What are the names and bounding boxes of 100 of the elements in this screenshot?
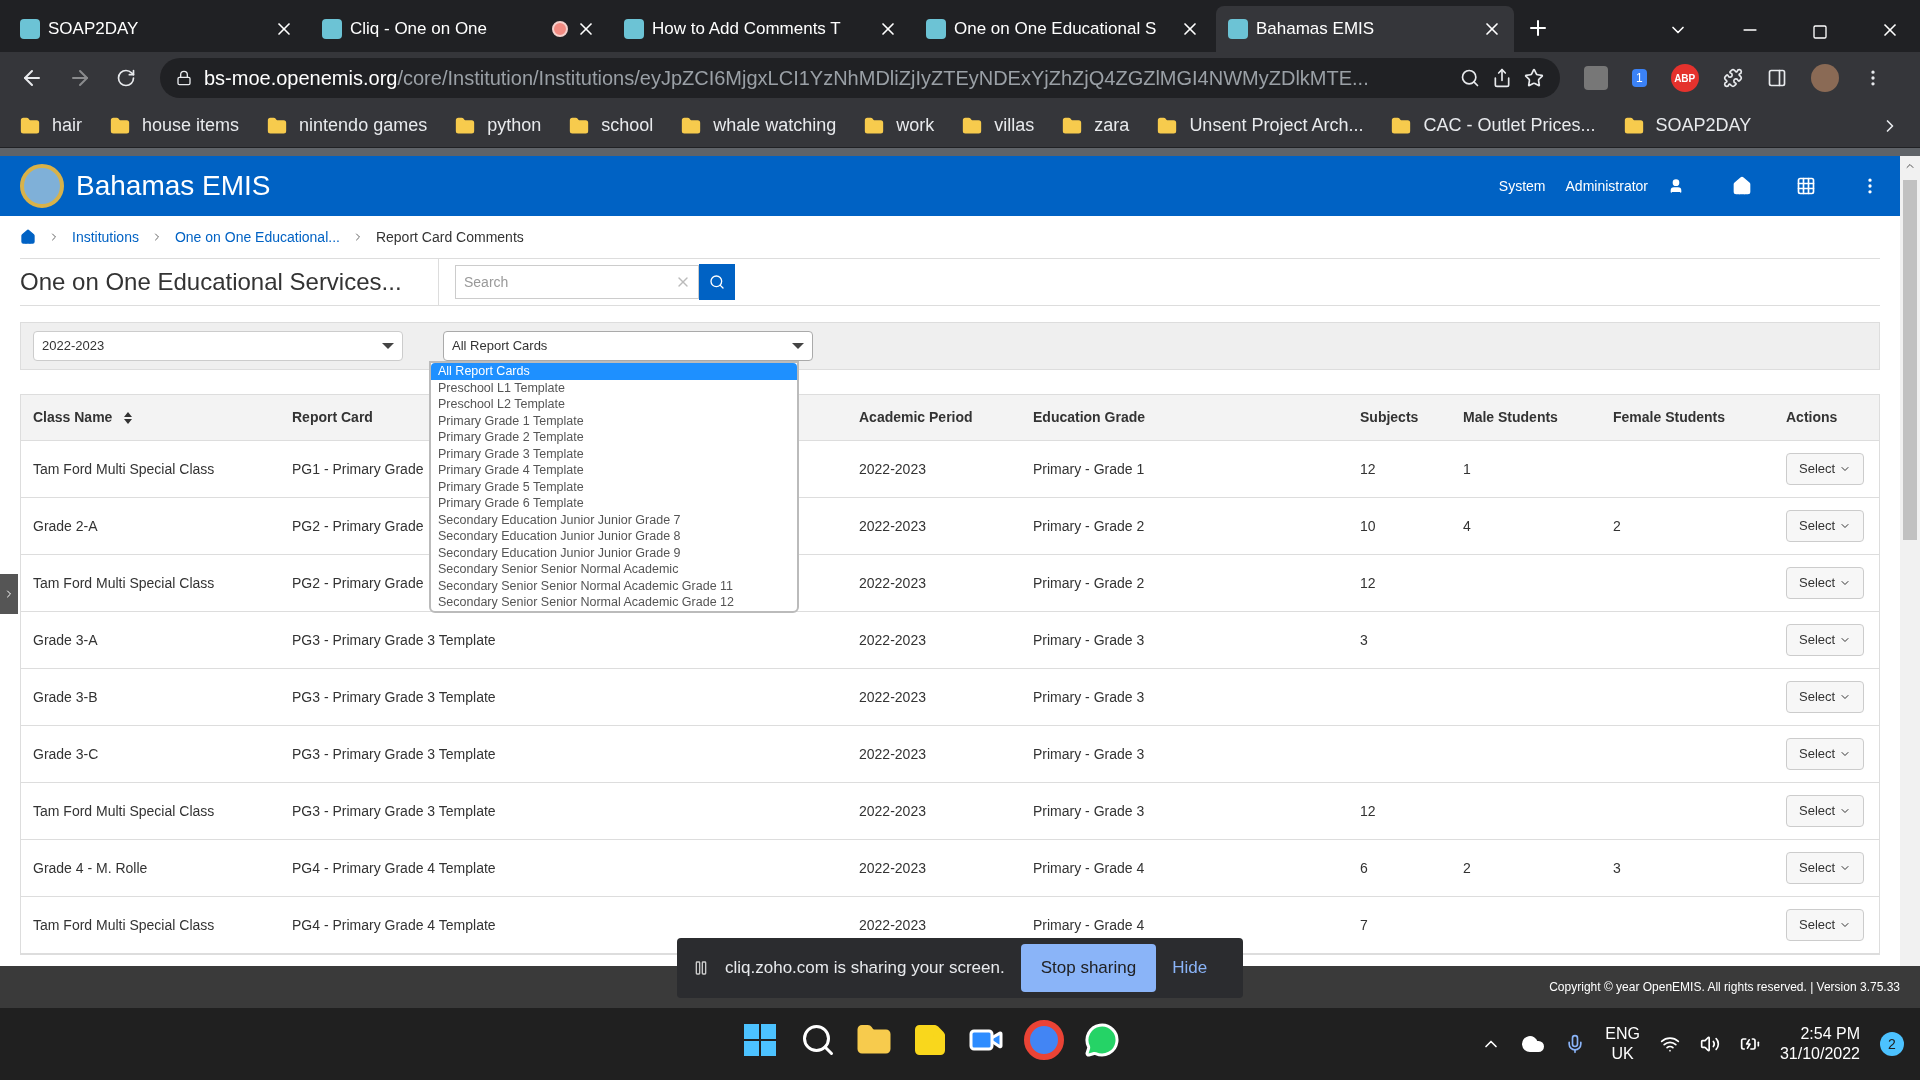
- select-button[interactable]: Select: [1786, 624, 1865, 656]
- app-title: Bahamas EMIS: [76, 169, 271, 203]
- bookmark-item[interactable]: CAC - Outlet Prices...: [1391, 112, 1596, 139]
- report-card-select[interactable]: All Report Cards: [443, 331, 813, 361]
- notification-badge[interactable]: 2: [1880, 1032, 1904, 1056]
- tab-favicon-icon: [624, 19, 644, 39]
- dropdown-option[interactable]: Secondary Senior Senior Normal Academic: [431, 561, 797, 578]
- address-field[interactable]: bs-moe.openemis.org/core/Institution/Institutions/eyJpZCI6MjgxLCI1YzNhMDliZjIyZTEyNDExYjZhZjQ4ZGZlMGI4NWMyZDlkMTE...: [160, 58, 1560, 98]
- side-panel-icon[interactable]: [1766, 68, 1787, 88]
- dropdown-option[interactable]: Secondary Education Junior Junior Grade 7: [431, 511, 797, 528]
- bookmark-item[interactable]: house items: [110, 112, 240, 139]
- select-button[interactable]: Select: [1786, 738, 1865, 770]
- select-button[interactable]: Select: [1786, 909, 1865, 941]
- sort-icon[interactable]: [124, 411, 133, 424]
- bookmark-star-icon[interactable]: [1524, 68, 1544, 88]
- extensions-icon[interactable]: [1722, 68, 1743, 88]
- clock-time[interactable]: 2:54 PM: [1800, 1024, 1860, 1044]
- select-button[interactable]: Select: [1786, 681, 1865, 713]
- breadcrumb-link[interactable]: Institutions: [72, 226, 139, 248]
- select-button[interactable]: Select: [1786, 852, 1865, 884]
- bookmark-item[interactable]: python: [455, 112, 542, 139]
- language-label[interactable]: ENG: [1605, 1024, 1640, 1044]
- clock-date[interactable]: 31/10/2022: [1779, 1044, 1860, 1064]
- dropdown-option[interactable]: Secondary Senior Senior Normal Academic Grade 12: [431, 594, 797, 611]
- restore-icon[interactable]: [1812, 24, 1828, 40]
- search-icon[interactable]: [800, 1022, 836, 1058]
- dropdown-option[interactable]: Primary Grade 5 Template: [431, 478, 797, 495]
- browser-icon[interactable]: [1024, 1020, 1064, 1060]
- browser-tab[interactable]: One on One Educational S: [914, 6, 1212, 52]
- table-cell: PG3 - Primary Grade 3 Template: [292, 802, 496, 819]
- table-cell: 2022-2023: [859, 517, 926, 534]
- folder-icon: [110, 115, 130, 136]
- dropdown-option[interactable]: Secondary Education Junior Junior Grade 9: [431, 544, 797, 561]
- dropdown-option[interactable]: Primary Grade 1 Template: [431, 412, 797, 429]
- table-cell: Grade 2-A: [33, 517, 98, 534]
- language-label[interactable]: UK: [1611, 1044, 1634, 1064]
- bookmark-item[interactable]: school: [569, 112, 654, 139]
- dropdown-option[interactable]: Primary Grade 2 Template: [431, 429, 797, 446]
- user-icon[interactable]: [1668, 178, 1684, 194]
- table-cell: PG3 - Primary Grade 3 Template: [292, 745, 496, 762]
- folder-icon: [455, 115, 476, 136]
- select-button[interactable]: Select: [1786, 795, 1865, 827]
- table-cell: 2022-2023: [859, 631, 926, 648]
- bookmark-item[interactable]: whale watching: [681, 112, 837, 139]
- year-select[interactable]: 2022-2023: [33, 331, 403, 361]
- folder-icon: [1623, 115, 1644, 136]
- hide-button[interactable]: Hide: [1172, 955, 1208, 981]
- table-cell: Primary - Grade 4: [1033, 859, 1145, 876]
- browser-tab[interactable]: SOAP2DAY: [8, 6, 306, 52]
- search-field[interactable]: Search: [455, 265, 699, 299]
- search-button[interactable]: [699, 264, 735, 300]
- folder-icon: [20, 115, 40, 136]
- search-icon: [709, 274, 725, 290]
- share-icon[interactable]: [1492, 68, 1512, 88]
- table-cell: 2: [1613, 517, 1621, 534]
- column-header[interactable]: Class Name: [33, 407, 113, 428]
- dropdown-option[interactable]: Preschool L2 Template: [431, 396, 797, 413]
- bookmark-item[interactable]: work: [864, 112, 935, 139]
- dropdown-option[interactable]: Primary Grade 3 Template: [431, 445, 797, 462]
- breadcrumb-link[interactable]: One on One Educational...: [174, 226, 340, 248]
- dropdown-option[interactable]: Primary Grade 6 Template: [431, 495, 797, 512]
- scrollbar[interactable]: [1900, 156, 1920, 966]
- url-text: bs-moe.openemis.org/core/Institution/Institutions/eyJpZCI6MjgxLCI1YzNhMDliZjIyZTEyNDExYjZhZjQ4ZGZlMGI4NWMyZDlkMTE...: [204, 66, 1370, 91]
- select-button[interactable]: Select: [1786, 453, 1865, 485]
- bookmark-item[interactable]: villas: [962, 112, 1035, 139]
- table-cell: Tam Ford Multi Special Class: [33, 916, 215, 933]
- table-cell: PG3 - Primary Grade 3 Template: [292, 631, 496, 648]
- bookmark-item[interactable]: Unsent Project Arch...: [1157, 112, 1364, 139]
- table-cell: 2022-2023: [859, 688, 926, 705]
- wifi-icon[interactable]: [1659, 1034, 1680, 1054]
- table-cell: 4: [1463, 517, 1471, 534]
- home-icon[interactable]: [20, 229, 36, 245]
- reload-icon[interactable]: [116, 68, 136, 88]
- browser-tab[interactable]: How to Add Comments T: [612, 6, 910, 52]
- dropdown-option[interactable]: Preschool L1 Template: [431, 379, 797, 396]
- bookmark-item[interactable]: hair: [20, 112, 82, 139]
- table-cell: Primary - Grade 3: [1033, 688, 1145, 705]
- bookmark-item[interactable]: zara: [1062, 112, 1130, 139]
- user-name: System: [1498, 176, 1546, 196]
- table-cell: Tam Ford Multi Special Class: [33, 574, 215, 591]
- profile-avatar[interactable]: [1810, 64, 1839, 92]
- chat-icon[interactable]: [1084, 1022, 1120, 1058]
- table-cell: Primary - Grade 2: [1033, 517, 1145, 534]
- dropdown-option[interactable]: Secondary Senior Senior Normal Academic Grade 11: [431, 577, 797, 594]
- volume-icon[interactable]: [1699, 1034, 1720, 1054]
- browser-tab[interactable]: Cliq - One on One: [310, 6, 608, 52]
- sticky-note-icon[interactable]: [912, 1022, 948, 1058]
- select-button[interactable]: Select: [1786, 567, 1865, 599]
- adblock-button[interactable]: ABP: [1670, 64, 1699, 92]
- zoom-icon[interactable]: [1460, 68, 1480, 88]
- select-button[interactable]: Select: [1786, 510, 1865, 542]
- bookmark-item[interactable]: SOAP2DAY: [1623, 112, 1752, 139]
- browser-tab[interactable]: Bahamas EMIS: [1216, 6, 1514, 52]
- stop-sharing-button[interactable]: Stop sharing: [1020, 944, 1157, 992]
- apps-icon[interactable]: [1796, 176, 1816, 196]
- dropdown-option[interactable]: Primary Grade 4 Template: [431, 462, 797, 479]
- dropdown-option[interactable]: Secondary Education Junior Junior Grade 8: [431, 528, 797, 545]
- side-toggle[interactable]: [0, 574, 18, 614]
- extension-badge[interactable]: 1: [1632, 69, 1647, 87]
- bookmark-item[interactable]: nintendo games: [267, 112, 428, 139]
